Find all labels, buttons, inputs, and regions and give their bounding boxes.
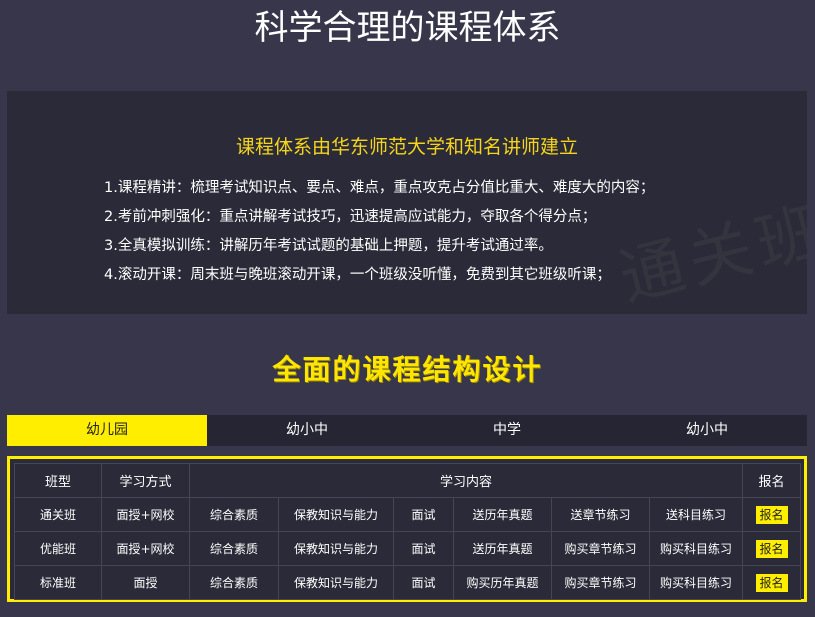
info-line-4: 4.滚动开课：周末班与晚班滚动开课，一个班级没听懂，免费到其它班级听课； (104, 267, 611, 283)
info-line-2: 2.考前冲刺强化：重点讲解考试技巧，迅速提高应试能力，夺取各个得分点； (104, 209, 597, 225)
row-content-3: 面试 (393, 565, 454, 600)
course-info-panel: 通关班 课程体系由华东师范大学和知名讲师建立 1.课程精讲：梳理考试知识点、要点… (7, 91, 807, 314)
row-content-1: 综合素质 (189, 565, 279, 600)
tab-primary-middle-2[interactable]: 幼小中 (607, 415, 807, 446)
category-tabs: 幼儿园 幼小中 中学 幼小中 (7, 415, 807, 446)
watermark-text: 通关班 (612, 193, 807, 314)
row-content-5: 购买章节练习 (551, 531, 650, 566)
header-type: 班型 (14, 463, 102, 498)
row-content-4: 送历年真题 (453, 497, 552, 532)
section-title: 全面的课程结构设计 (272, 353, 543, 386)
tab-primary-middle[interactable]: 幼小中 (207, 415, 407, 446)
info-line-3: 3.全真模拟训练：讲解历年考试试题的基础上押题，提升考试通过率。 (104, 238, 553, 254)
table-row: 优能班 面授+网校 综合素质 保教知识与能力 面试 送历年真题 购买章节练习 购… (14, 531, 802, 566)
table-row: 通关班 面授+网校 综合素质 保教知识与能力 面试 送历年真题 送章节练习 送科… (14, 497, 802, 532)
info-heading: 课程体系由华东师范大学和知名讲师建立 (235, 136, 578, 158)
row-type: 优能班 (14, 531, 102, 566)
row-content-4: 送历年真题 (453, 531, 552, 566)
row-content-3: 面试 (393, 497, 454, 532)
row-method: 面授+网校 (101, 531, 190, 566)
tab-kindergarten[interactable]: 幼儿园 (7, 415, 207, 446)
signup-button[interactable]: 报名 (755, 505, 788, 524)
row-content-4: 购买历年真题 (453, 565, 552, 600)
row-type: 标准班 (14, 565, 102, 600)
row-type: 通关班 (14, 497, 102, 532)
row-content-1: 综合素质 (189, 531, 279, 566)
row-content-5: 购买章节练习 (551, 565, 650, 600)
header-method: 学习方式 (101, 463, 190, 498)
signup-button[interactable]: 报名 (755, 539, 788, 558)
row-content-1: 综合素质 (189, 497, 279, 532)
info-line-1: 1.课程精讲：梳理考试知识点、要点、难点，重点攻克占分值比重大、难度大的内容； (104, 180, 655, 196)
course-table: 班型 学习方式 学习内容 报名 通关班 面授+网校 综合素质 保教知识与能力 面… (14, 463, 802, 600)
row-content-6: 购买科目练习 (648, 565, 744, 600)
row-signup-cell: 报名 (742, 497, 802, 532)
table-row: 标准班 面授 综合素质 保教知识与能力 面试 购买历年真题 购买章节练习 购买科… (14, 565, 802, 600)
tab-middle-school[interactable]: 中学 (407, 415, 607, 446)
row-content-2: 保教知识与能力 (278, 565, 394, 600)
row-content-6: 购买科目练习 (648, 531, 744, 566)
row-content-2: 保教知识与能力 (278, 531, 394, 566)
row-content-6: 送科目练习 (648, 497, 744, 532)
row-content-5: 送章节练习 (551, 497, 650, 532)
header-signup: 报名 (742, 463, 802, 498)
row-signup-cell: 报名 (742, 531, 802, 566)
row-method: 面授+网校 (101, 497, 190, 532)
row-signup-cell: 报名 (742, 565, 802, 600)
signup-button[interactable]: 报名 (755, 573, 788, 592)
course-table-frame: 班型 学习方式 学习内容 报名 通关班 面授+网校 综合素质 保教知识与能力 面… (7, 456, 807, 602)
row-content-3: 面试 (393, 531, 454, 566)
header-content: 学习内容 (188, 463, 744, 498)
table-header-row: 班型 学习方式 学习内容 报名 (14, 463, 802, 498)
row-method: 面授 (101, 565, 190, 600)
page-title: 科学合理的课程体系 (254, 8, 561, 48)
row-content-2: 保教知识与能力 (278, 497, 394, 532)
